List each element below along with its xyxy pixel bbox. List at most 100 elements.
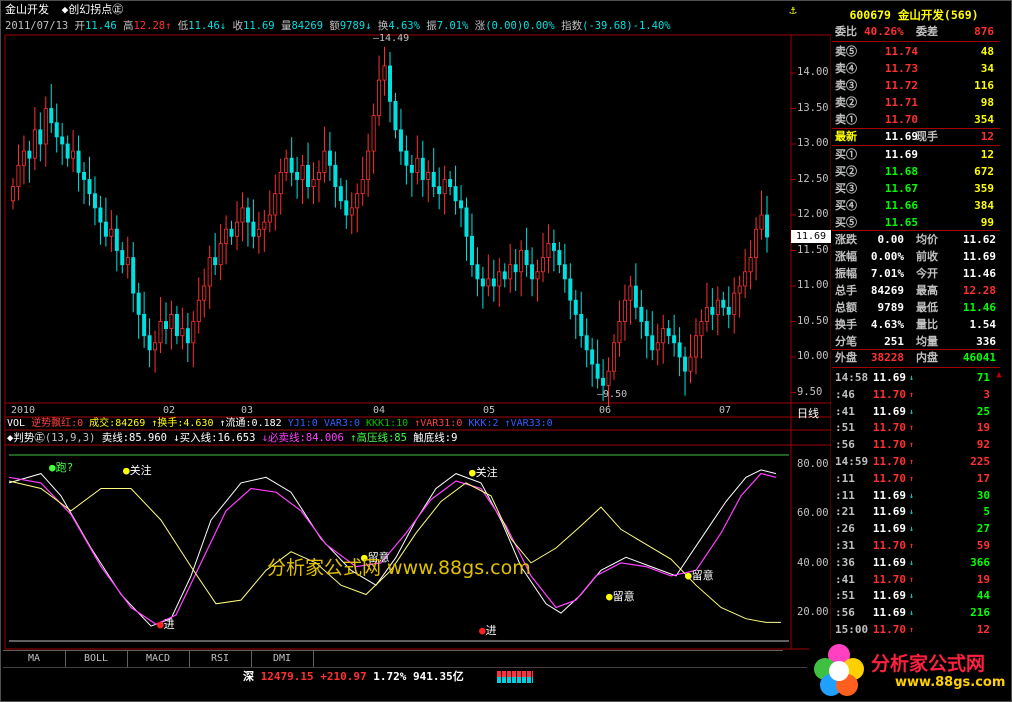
stat-row: 振幅 7.01% 今开 11.46	[832, 265, 1000, 282]
candle-body	[196, 299, 201, 322]
sell-level-price: 11.74	[884, 45, 918, 58]
tab-rsi[interactable]: RSI	[189, 651, 252, 667]
indicator-name[interactable]: ◆判势㊣	[7, 432, 45, 444]
vol-text1: 逆势飘红:0	[31, 418, 84, 429]
tick-row: :41 11.69 ↓ 25	[832, 403, 996, 420]
sell-level-row[interactable]: 卖① 11.70 354	[832, 111, 996, 128]
candle-body	[726, 306, 731, 315]
tab-dmi[interactable]: DMI	[251, 651, 314, 667]
candle-body	[644, 321, 649, 337]
tick-volume: 25	[976, 404, 990, 418]
stat-value: 336	[976, 335, 996, 348]
buy-level-volume: 99	[980, 216, 994, 229]
min-price-value: 9.50	[603, 389, 628, 400]
candle-body	[71, 150, 76, 159]
stat-row: 换手 4.63% 量比 1.54	[832, 316, 1000, 333]
candle-body	[732, 292, 737, 315]
tick-up-icon: ↑	[909, 457, 914, 466]
time-axis-label: 02	[163, 405, 176, 416]
scroll-up-arrow[interactable]: ▲	[993, 369, 1005, 381]
latest-value: 11.69	[884, 130, 918, 143]
candle-body	[562, 264, 567, 280]
candle-body	[131, 257, 136, 294]
buy-line-value: ↓买入线:16.653	[173, 432, 256, 444]
candle-body	[278, 171, 283, 195]
anchor-icon[interactable]: ⚓	[786, 3, 800, 17]
buy-level-row[interactable]: 买① 11.69 12	[832, 146, 996, 163]
candle-body	[366, 150, 371, 180]
buy-level-row[interactable]: 买② 11.68 672	[832, 163, 996, 180]
candle-body	[213, 257, 218, 266]
buy-level-row[interactable]: 买⑤ 11.65 99	[832, 214, 996, 231]
sell-level-row[interactable]: 卖② 11.71 98	[832, 94, 996, 111]
tick-down-icon: ↓	[909, 591, 914, 601]
candle-body	[409, 164, 414, 173]
tick-price: 11.70	[872, 421, 906, 435]
candle-body	[524, 250, 529, 266]
candle-body	[284, 157, 289, 173]
candle-body	[464, 207, 469, 237]
tab-boll[interactable]: BOLL	[65, 651, 128, 667]
candle-body	[453, 186, 458, 202]
buy-level-volume: 359	[974, 182, 994, 195]
candle-body	[579, 313, 584, 337]
latest-label: 最新	[835, 130, 857, 143]
stat-label: 涨幅	[835, 250, 857, 263]
tick-volume: 27	[976, 522, 990, 536]
tick-volume: 19	[976, 421, 990, 435]
annotation-watch-2-text: 关注	[475, 466, 498, 479]
candle-body	[754, 228, 759, 258]
candle-body	[43, 108, 48, 145]
buy-level-price: 11.65	[884, 216, 918, 229]
annotation-watch-1: ●关注	[123, 464, 152, 477]
candle-body	[82, 171, 87, 180]
time-axis-label: 05	[483, 405, 496, 416]
stat-label: 今开	[916, 267, 938, 280]
stat-value: 12.28	[962, 284, 996, 297]
sell-level-label: 卖②	[835, 96, 857, 109]
candle-body	[393, 101, 398, 131]
indicator-white-line	[8, 469, 777, 627]
tab-macd[interactable]: MACD	[127, 651, 190, 667]
tick-up-icon: ↑	[909, 625, 914, 634]
tab-ma[interactable]: MA	[3, 651, 66, 667]
candle-body	[333, 164, 338, 188]
buy-level-row[interactable]: 买④ 11.66 384	[832, 197, 996, 214]
sell-level-row[interactable]: 卖③ 11.72 116	[832, 77, 996, 94]
must-sell-value: ↓必卖线:84.006	[261, 432, 344, 444]
buy-level-row[interactable]: 买③ 11.67 359	[832, 180, 996, 197]
candle-body	[235, 221, 240, 237]
candle-body	[661, 328, 666, 344]
candle-body	[355, 193, 360, 209]
sell-level-volume: 48	[980, 45, 994, 58]
tick-price: 11.69	[872, 371, 906, 384]
sell-level-row[interactable]: 卖④ 11.73 34	[832, 60, 996, 77]
candle-body	[557, 250, 562, 266]
market-pct: 1.72%	[373, 670, 407, 683]
tick-row: :21 11.69 ↓ 5	[832, 503, 996, 520]
tick-down-icon: ↓	[909, 490, 914, 500]
indicator-axis-label: 40.00	[797, 557, 829, 569]
period-label[interactable]: 日线	[797, 405, 819, 421]
quote-header: 600679 金山开发(569)	[832, 7, 996, 23]
tick-row: 15:00 11.70 ↑ 12	[832, 621, 996, 638]
buy-level-label: 买②	[835, 165, 857, 178]
tick-time: :21	[835, 505, 855, 519]
candle-body	[60, 136, 65, 145]
tick-price: 11.70	[872, 471, 906, 485]
tick-price: 11.69	[872, 589, 906, 603]
candle-body	[426, 171, 431, 180]
candle-body	[142, 313, 147, 337]
buy-level-price: 11.67	[884, 182, 918, 195]
tick-down-icon: ↓	[909, 557, 914, 567]
stat-label: 前收	[916, 250, 938, 263]
indicator-axis-label: 20.00	[797, 606, 829, 618]
scrollbar[interactable]: ▲ ▼	[993, 369, 1005, 649]
stat-value: 11.69	[962, 250, 996, 263]
candle-body	[185, 328, 190, 344]
sell-level-row[interactable]: 卖⑤ 11.74 48	[832, 43, 996, 60]
candle-body	[273, 193, 278, 216]
candle-body	[54, 122, 59, 138]
candle-body	[513, 264, 518, 273]
indicator-params: (13,9,3)	[44, 432, 96, 444]
